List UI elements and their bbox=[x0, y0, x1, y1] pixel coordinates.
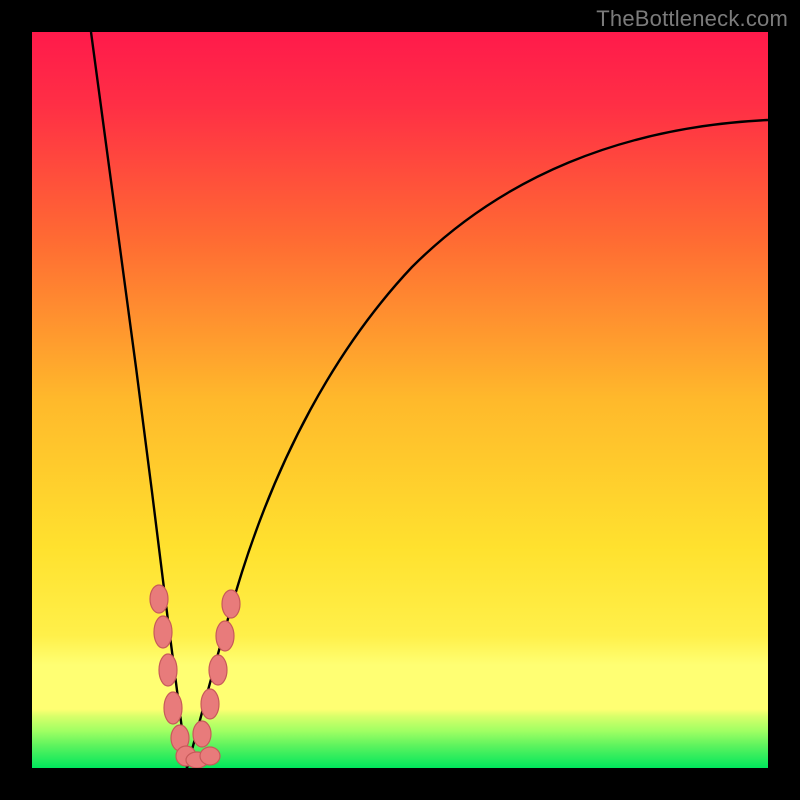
chart-frame: TheBottleneck.com bbox=[0, 0, 800, 800]
bottleneck-curve bbox=[32, 32, 768, 768]
marker-cluster bbox=[150, 585, 240, 768]
watermark-text: TheBottleneck.com bbox=[596, 6, 788, 32]
curve-right-branch bbox=[187, 120, 768, 768]
plot-area bbox=[32, 32, 768, 768]
